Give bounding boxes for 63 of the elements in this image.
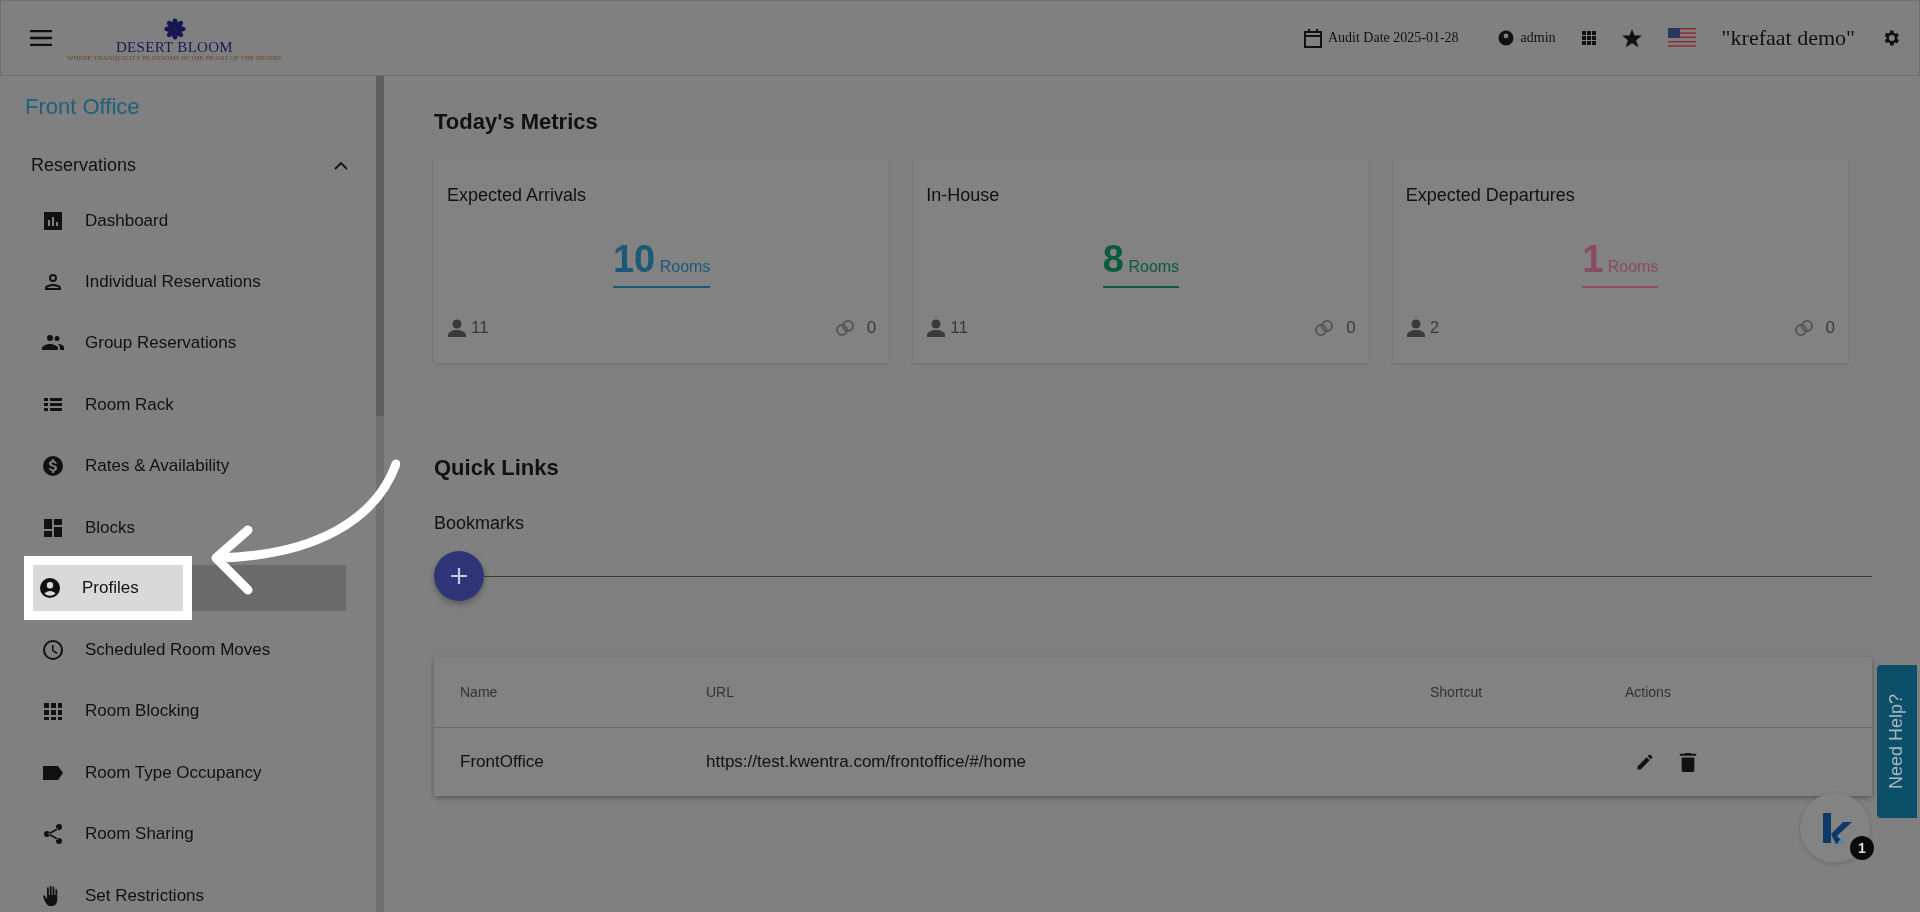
sidebar-item[interactable]: Blocks [33,504,144,551]
card-title: Expected Departures [1405,185,1576,206]
linked-count: 0 [866,318,877,338]
column-header: Actions [1625,684,1672,700]
dollar-icon [41,454,65,479]
section-title: Front Office [24,93,141,121]
notification-badge: 1 [1850,836,1874,860]
calendar-icon [1303,28,1322,48]
apps-grid-button[interactable] [1581,31,1596,45]
table-cell-text: https://test.kwentra.com/frontoffice/#/home [706,752,1027,772]
user-icon [1496,29,1515,47]
sidebar-item[interactable]: Group Reservations [33,320,245,367]
guest-count: 11 [471,318,489,338]
add-button[interactable] [434,551,484,601]
linked-count: 0 [1346,318,1356,338]
audit-date: Audit Date 2025-01-28 [1327,30,1459,46]
flag-icon[interactable] [1667,28,1696,48]
share-icon [41,822,65,847]
user-name[interactable]: admin [1520,30,1556,46]
sidebar-item[interactable]: Dashboard [33,197,177,244]
sidebar-item[interactable]: Set Restrictions [33,872,213,912]
star-icon [1621,28,1642,48]
link-icon [834,319,855,337]
logo-name: DESERT BLOOM [116,40,233,54]
column-header: URL [706,684,735,700]
reservations-group-header[interactable]: Reservations [0,140,376,190]
edit-button[interactable] [1635,752,1655,772]
table-cell-text: FrontOffice [460,752,545,772]
sidebar-item[interactable]: Scheduled Room Moves [33,627,279,674]
link-icon [1314,319,1335,337]
sidebar-item[interactable]: Rates & Availability [33,443,238,490]
help-tab[interactable]: Need Help? [1877,665,1917,818]
sidebar-item[interactable]: Room Rack [33,381,182,428]
sidebar-item[interactable]: Room Sharing [33,811,202,858]
guest-count: 11 [950,318,968,338]
pencil-icon [1635,752,1655,772]
bookmarks-label: Bookmarks [434,513,526,535]
clock-icon [41,638,65,663]
delete-button[interactable] [1679,752,1697,772]
sidebar-item[interactable]: Individual Reservations [33,259,269,306]
scrollbar[interactable] [376,76,384,912]
person-icon [447,319,467,337]
menu-button[interactable] [29,28,53,48]
guest-count: 2 [1429,318,1440,338]
menu-icon [30,30,52,46]
chat-button[interactable] [1800,793,1870,863]
link-icon [1793,319,1814,337]
column-header: Name [460,684,499,700]
person-icon [1405,319,1426,337]
grid-icon [1581,31,1596,45]
card-title: In-House [926,185,1001,206]
linked-count: 0 [1825,318,1835,338]
column-header: Shortcut [1430,684,1484,700]
section-heading: Quick Links [434,455,560,481]
person-icon [926,319,947,337]
property-name[interactable]: "krefaat demo" [1721,25,1855,51]
plus-icon [450,567,468,585]
trash-icon [1679,752,1697,772]
section-heading: Today's Metrics [434,109,599,135]
star-button[interactable] [1621,28,1642,48]
sidebar-item[interactable]: Room Blocking [33,688,208,735]
sidebar-item[interactable]: Room Type Occupancy [33,749,270,796]
card-title: Expected Arrivals [447,185,588,206]
